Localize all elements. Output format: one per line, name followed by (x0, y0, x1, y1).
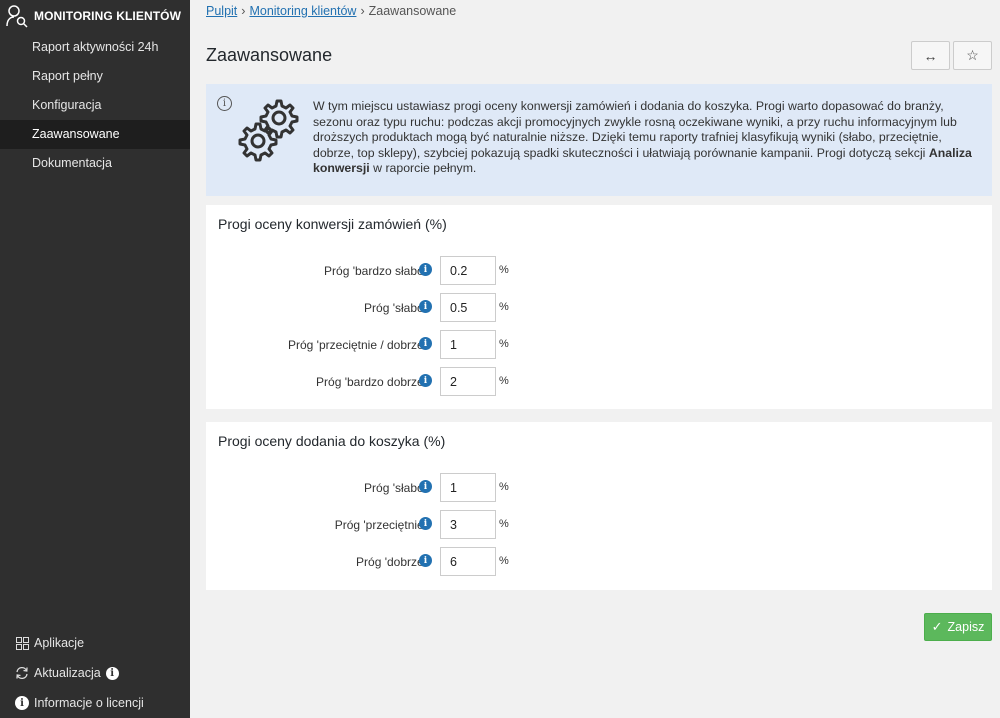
breadcrumb-home[interactable]: Pulpit (206, 4, 237, 18)
orders-weak-input[interactable] (440, 293, 496, 322)
sidebar-license-label: Informacje o licencji (34, 696, 144, 710)
orders-very-weak-input[interactable] (440, 256, 496, 285)
sidebar-nav: Raport aktywności 24h Raport pełny Konfi… (0, 33, 190, 178)
field-label: Próg 'bardzo słabo' (324, 264, 426, 278)
main-content: Pulpit › Monitoring klientów › Zaawansowane … (190, 0, 1000, 718)
check-icon: ✓ (931, 619, 943, 634)
sidebar: MONITORING KLIENTÓW Raport aktywności 24… (0, 0, 190, 718)
save-button-label: Zapisz (947, 620, 985, 634)
field-label: Próg 'bardzo dobrze' (316, 375, 426, 389)
percent-unit: % (499, 375, 509, 387)
save-button[interactable]: ✓ Zapisz (924, 613, 992, 641)
info-icon[interactable]: i (419, 554, 432, 567)
cart-weak-input[interactable] (440, 473, 496, 502)
orders-row-weak: Próg 'słabo' i % (206, 293, 992, 322)
orders-average-good-input[interactable] (440, 330, 496, 359)
sidebar-updates-label: Aktualizacja (34, 666, 101, 680)
field-label: Próg 'słabo' (364, 301, 426, 315)
orders-row-average-good: Próg 'przeciętnie / dobrze' i % (206, 330, 992, 359)
gears-icon (238, 99, 299, 162)
sidebar-updates[interactable]: Aktualizacja i (0, 658, 190, 688)
sidebar-item-activity-report[interactable]: Raport aktywności 24h (0, 33, 190, 62)
notice-text: W tym miejscu ustawiasz progi oceny konw… (313, 99, 973, 177)
refresh-icon (15, 666, 29, 680)
star-icon: ☆ (966, 47, 979, 63)
orders-card-title: Progi oceny konwersji zamówień (%) (218, 216, 447, 232)
cart-average-input[interactable] (440, 510, 496, 539)
cart-card-title: Progi oceny dodania do koszyka (%) (218, 433, 446, 449)
info-icon[interactable]: i (419, 517, 432, 530)
page-title: Zaawansowane (206, 45, 333, 65)
breadcrumb-section[interactable]: Monitoring klientów (249, 4, 356, 18)
breadcrumb-separator: › (360, 4, 365, 18)
cart-row-average: Próg 'przeciętnie' i % (206, 510, 992, 539)
sidebar-item-advanced[interactable]: Zaawansowane (0, 120, 190, 149)
orders-row-very-good: Próg 'bardzo dobrze' i % (206, 367, 992, 396)
info-icon[interactable]: i (419, 374, 432, 387)
sidebar-bottom: Aplikacje Aktualizacja i i Informacje o … (0, 628, 190, 718)
percent-unit: % (499, 518, 509, 530)
cart-good-input[interactable] (440, 547, 496, 576)
license-info-icon: i (15, 696, 29, 710)
field-label: Próg 'przeciętnie' (334, 518, 426, 532)
info-icon[interactable]: i (419, 337, 432, 350)
field-label: Próg 'dobrze' (356, 555, 426, 569)
breadcrumb-current: Zaawansowane (368, 4, 457, 18)
brand[interactable]: MONITORING KLIENTÓW (0, 0, 190, 32)
sidebar-apps-label: Aplikacje (34, 636, 85, 650)
cart-row-weak: Próg 'słabo' i % (206, 473, 992, 502)
cart-thresholds-card: Progi oceny dodania do koszyka (%) Próg … (206, 422, 992, 590)
orders-very-good-input[interactable] (440, 367, 496, 396)
info-icon[interactable]: i (419, 263, 432, 276)
percent-unit: % (499, 301, 509, 313)
orders-row-very-weak: Próg 'bardzo słabo' i % (206, 256, 992, 285)
info-icon: i (217, 96, 232, 111)
user-search-icon (6, 5, 28, 28)
percent-unit: % (499, 481, 509, 493)
favorite-button[interactable]: ☆ (953, 41, 992, 70)
sidebar-item-configuration[interactable]: Konfiguracja (0, 91, 190, 120)
orders-thresholds-card: Progi oceny konwersji zamówień (%) Próg … (206, 205, 992, 409)
info-icon[interactable]: i (419, 300, 432, 313)
sidebar-apps[interactable]: Aplikacje (0, 628, 190, 658)
info-icon[interactable]: i (419, 480, 432, 493)
sidebar-item-documentation[interactable]: Dokumentacja (0, 149, 190, 178)
field-label: Próg 'słabo' (364, 481, 426, 495)
info-icon[interactable]: i (105, 666, 119, 680)
info-notice: i W tym miejscu ustawiasz progi oceny ko… (206, 84, 992, 196)
notice-text-part: W tym miejscu ustawiasz progi oceny konw… (313, 99, 957, 160)
expand-button[interactable]: ↔ (911, 41, 950, 70)
percent-unit: % (499, 338, 509, 350)
field-label: Próg 'przeciętnie / dobrze' (288, 338, 426, 352)
percent-unit: % (499, 264, 509, 276)
percent-unit: % (499, 555, 509, 567)
breadcrumb-separator: › (241, 4, 246, 18)
cart-row-good: Próg 'dobrze' i % (206, 547, 992, 576)
sidebar-item-full-report[interactable]: Raport pełny (0, 62, 190, 91)
grid-icon (15, 636, 29, 650)
sidebar-license[interactable]: i Informacje o licencji (0, 688, 190, 718)
breadcrumb: Pulpit › Monitoring klientów › Zaawansowane (206, 4, 456, 18)
notice-text-part: w raporcie pełnym. (369, 161, 477, 176)
brand-title: MONITORING KLIENTÓW (34, 9, 182, 23)
expand-icon: ↔ (923, 47, 938, 64)
